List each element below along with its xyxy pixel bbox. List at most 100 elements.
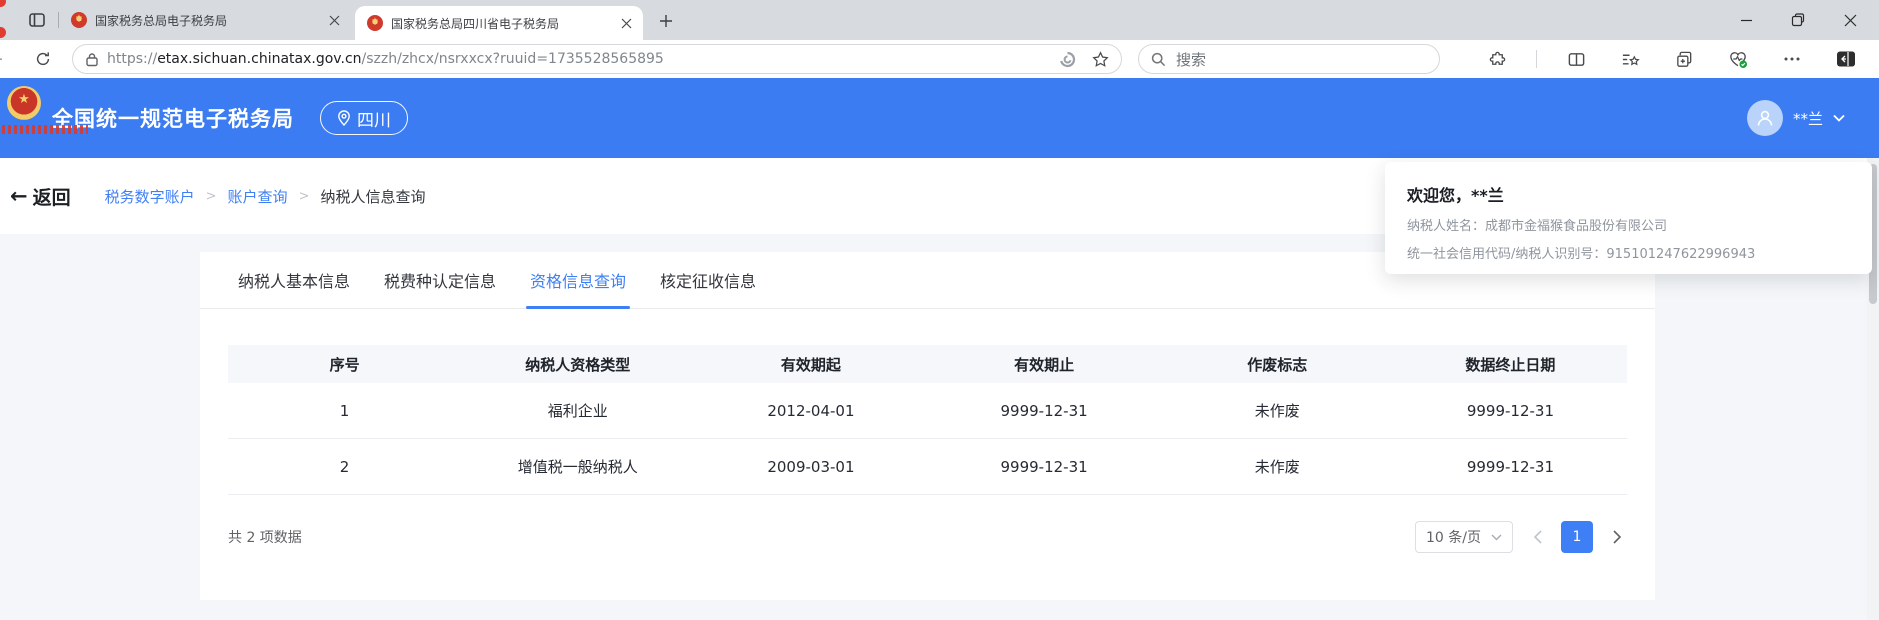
address-bar[interactable]: https://etax.sichuan.chinatax.gov.cn/szz… [72,44,1122,74]
chevron-down-icon [1833,114,1845,122]
page-size-select[interactable]: 10 条/页 [1415,521,1513,553]
tab-tax-type-info[interactable]: 税费种认定信息 [384,252,496,308]
browser-essentials-icon[interactable] [1723,44,1753,74]
browser-tab-title: 国家税务总局电子税务局 [95,12,317,29]
chevron-down-icon [1491,534,1502,541]
cell-valid-to: 9999-12-31 [928,402,1161,420]
table-row: 1 福利企业 2012-04-01 9999-12-31 未作废 9999-12… [228,383,1627,439]
tab-close-icon[interactable] [617,14,635,32]
table-header: 有效期起 [694,354,927,375]
search-placeholder: 搜索 [1176,49,1206,70]
user-menu[interactable]: **兰 [1747,100,1845,136]
new-tab-button[interactable] [653,8,679,34]
table-header: 作废标志 [1161,354,1394,375]
logo-caption-marks [2,125,88,134]
back-icon[interactable]: ← [0,48,3,70]
breadcrumb-separator: > [206,189,217,204]
page-background: 纳税人基本信息 税费种认定信息 资格信息查询 核定征收信息 序号 纳税人资格类型… [0,234,1879,620]
page-number-1[interactable]: 1 [1561,521,1593,553]
back-label: 返回 [33,183,71,210]
restore-button[interactable] [1783,5,1813,35]
table-header: 纳税人资格类型 [461,354,694,375]
page-action-swirl-icon[interactable] [1059,51,1076,68]
qualification-table: 序号 纳税人资格类型 有效期起 有效期止 作废标志 数据终止日期 1 福利企业 … [228,345,1627,495]
location-pin-icon [337,110,351,126]
credit-code-value: 915101247622996943 [1606,247,1755,262]
breadcrumb-separator: > [299,189,310,204]
collections-icon[interactable] [1669,44,1699,74]
toolbar-divider [1536,50,1537,68]
tax-bureau-favicon [71,12,87,28]
favorite-star-icon[interactable] [1092,51,1109,68]
recording-indicator-dot [0,27,6,38]
breadcrumb-item-1[interactable]: 税务数字账户 [105,186,195,207]
url-domain: etax.sichuan.chinatax.gov.cn [157,51,361,67]
welcome-greeting: 欢迎您，**兰 [1407,182,1850,206]
site-header: 全国统一规范电子税务局 四川 **兰 [0,78,1879,158]
pagination: 10 条/页 1 [1415,521,1627,553]
url-text: https://etax.sichuan.chinatax.gov.cn/szz… [107,51,1049,67]
tax-bureau-favicon [367,15,383,31]
avatar [1747,100,1783,136]
tab-qualification-info[interactable]: 资格信息查询 [530,252,626,308]
lock-icon [85,52,99,67]
close-window-button[interactable] [1835,5,1865,35]
breadcrumb-current: 纳税人信息查询 [320,186,425,207]
table-header: 有效期止 [928,354,1161,375]
minimize-button[interactable] [1731,5,1761,35]
tab-layout-icon [28,11,46,29]
browser-tab-1[interactable]: 国家税务总局电子税务局 [59,0,351,40]
back-button[interactable]: ← 返回 [10,183,71,210]
browser-tab-strip: 国家税务总局电子税务局 国家税务总局四川省电子税务局 [0,0,1879,40]
tab-assessed-collection-info[interactable]: 核定征收信息 [660,252,756,308]
cell-data-end-date: 9999-12-31 [1394,458,1627,476]
region-selector[interactable]: 四川 [320,101,408,135]
search-box[interactable]: 搜索 [1138,44,1440,74]
credit-code-label: 统一社会信用代码/纳税人识别号： [1407,247,1606,262]
refresh-button[interactable] [28,44,58,74]
prev-page-icon[interactable] [1527,521,1547,553]
taxpayer-name-label: 纳税人姓名： [1407,219,1485,234]
sidebar-toggle-icon[interactable] [1831,44,1861,74]
address-bar-actions [1059,51,1109,68]
next-page-icon[interactable] [1607,521,1627,553]
credit-code-line: 统一社会信用代码/纳税人识别号：915101247622996943 [1407,243,1850,262]
url-path: /szzh/zhcx/nsrxxcx?ruuid=1735528565895 [362,51,664,67]
browser-toolbar: ← https://etax.sichuan.chinatax.gov.cn/s… [0,40,1879,78]
total-count-text: 共 2 项数据 [228,527,302,547]
table-header: 数据终止日期 [1394,354,1627,375]
taxpayer-name-value: 成都市金福猴食品股份有限公司 [1485,219,1667,234]
table-header: 序号 [228,354,461,375]
browser-tab-2-active[interactable]: 国家税务总局四川省电子税务局 [355,6,643,40]
favorites-bar-icon[interactable] [1615,44,1645,74]
split-screen-icon[interactable] [1561,44,1591,74]
table-header-row: 序号 纳税人资格类型 有效期起 有效期止 作废标志 数据终止日期 [228,345,1627,383]
cell-seq: 1 [228,402,461,420]
cell-qualification-type: 增值税一般纳税人 [461,456,694,477]
cell-valid-to: 9999-12-31 [928,458,1161,476]
national-emblem-icon [7,86,41,120]
user-welcome-popup: 欢迎您，**兰 纳税人姓名：成都市金福猴食品股份有限公司 统一社会信用代码/纳税… [1385,162,1872,274]
site-title: 全国统一规范电子税务局 [52,103,294,133]
search-icon [1151,52,1166,67]
site-logo [4,86,44,134]
recording-indicator-dot [0,0,6,7]
toolbar-buttons [1482,44,1879,74]
window-controls [1731,5,1879,35]
extensions-puzzle-icon[interactable] [1482,44,1512,74]
cell-qualification-type: 福利企业 [461,400,694,421]
settings-more-icon[interactable] [1777,44,1807,74]
content-card: 纳税人基本信息 税费种认定信息 资格信息查询 核定征收信息 序号 纳税人资格类型… [200,252,1655,600]
tab-close-icon[interactable] [325,11,343,29]
cell-seq: 2 [228,458,461,476]
tab-taxpayer-basic-info[interactable]: 纳税人基本信息 [238,252,350,308]
cell-valid-from: 2009-03-01 [694,458,927,476]
cell-data-end-date: 9999-12-31 [1394,402,1627,420]
browser-tab-title: 国家税务总局四川省电子税务局 [391,15,609,32]
breadcrumb-item-2[interactable]: 账户查询 [228,186,288,207]
page-size-value: 10 条/页 [1426,527,1481,547]
username: **兰 [1793,108,1823,129]
tab-actions-button[interactable] [22,5,52,35]
table-row: 2 增值税一般纳税人 2009-03-01 9999-12-31 未作废 999… [228,439,1627,495]
url-scheme: https:// [107,51,157,67]
